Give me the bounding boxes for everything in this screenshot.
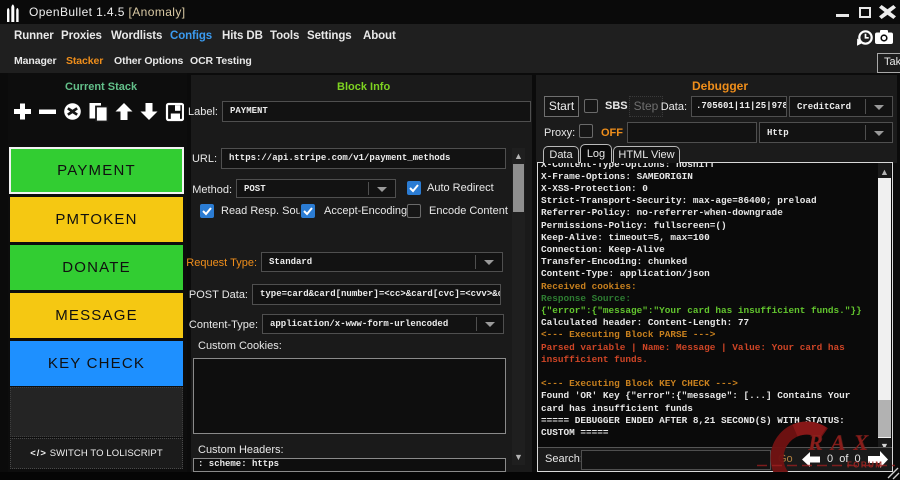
svg-text:RAX: RAX [808, 429, 877, 454]
